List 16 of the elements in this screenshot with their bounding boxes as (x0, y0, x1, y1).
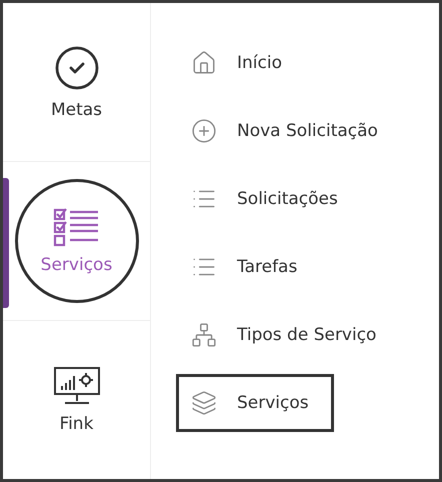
add-icon (191, 118, 217, 144)
menu-item[interactable]: Tarefas (176, 238, 322, 296)
hierarchy-icon (191, 322, 217, 348)
menu-item[interactable]: Serviços (176, 374, 334, 432)
rail-item[interactable]: Fink (14, 338, 138, 462)
menu-item[interactable]: Nova Solicitação (176, 102, 403, 160)
menu-item[interactable]: Tipos de Serviço (176, 306, 402, 364)
menu-item[interactable]: Solicitações (176, 170, 363, 228)
menu-item[interactable]: Início (176, 34, 307, 92)
home-icon (191, 50, 217, 76)
layers-icon (191, 390, 217, 416)
monitor-chart-icon (52, 366, 100, 406)
rail-item[interactable]: Serviços (14, 179, 138, 303)
checklist-icon (52, 207, 100, 247)
rail-item[interactable]: Metas (14, 20, 138, 144)
check-circle-icon (52, 44, 100, 92)
